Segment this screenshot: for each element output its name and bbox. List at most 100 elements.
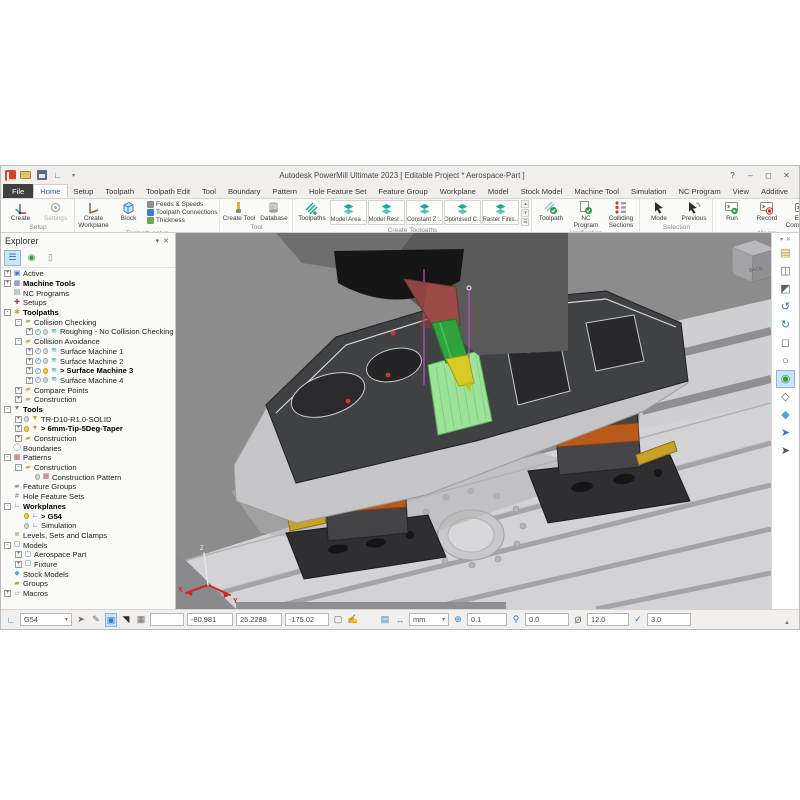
tree-expand-toggle[interactable]: - <box>4 406 11 413</box>
create-tool-button[interactable]: Create Tool <box>222 200 255 223</box>
cursor-pick-icon[interactable]: ➤ <box>75 614 87 625</box>
tab-toolpath-edit[interactable]: Toolpath Edit <box>140 184 196 198</box>
tree-expand-toggle[interactable]: + <box>15 396 22 403</box>
tree-expand-toggle[interactable]: + <box>15 387 22 394</box>
restore-button[interactable]: ◻ <box>760 169 777 182</box>
explorer-close-button[interactable]: ✕ <box>161 237 171 245</box>
tree-item-workplanes[interactable]: - Workplanes <box>1 502 175 512</box>
visibility-bulb-icon[interactable] <box>24 513 29 519</box>
viewport-3d[interactable]: BACK X Y Z <box>176 233 771 609</box>
tab-stock-model[interactable]: Stock Model <box>515 184 569 198</box>
tool-database-button[interactable]: Database <box>257 200 290 223</box>
setup-settings-button[interactable]: Settings <box>39 200 72 223</box>
visibility-bulb-icon[interactable] <box>24 523 29 529</box>
tree-expand-toggle[interactable] <box>4 493 11 500</box>
thickness-field[interactable]: 0.0 <box>525 613 569 626</box>
workplane-combo[interactable]: G54▾ <box>20 613 72 626</box>
collapse-ribbon-button[interactable]: ▲ <box>778 619 796 627</box>
tab-feature-group[interactable]: Feature Group <box>372 184 433 198</box>
tree-expand-toggle[interactable] <box>4 299 11 306</box>
tab-nc-program[interactable]: NC Program <box>672 184 726 198</box>
toolpaths-button[interactable]: Toolpaths <box>295 200 328 223</box>
selection-mode-button[interactable]: Mode <box>642 200 675 223</box>
tree-expand-toggle[interactable]: + <box>26 348 33 355</box>
strategy-gallery-item[interactable]: Model Area ... <box>330 200 367 225</box>
strategy-gallery-item[interactable]: Model Rest ... <box>368 200 405 225</box>
tree-expand-toggle[interactable]: + <box>15 416 22 423</box>
tree-item-compare-points[interactable]: + Compare Points <box>1 385 175 395</box>
tree-item-tools[interactable]: - Tools <box>1 405 175 415</box>
tree-expand-toggle[interactable]: + <box>4 280 11 287</box>
stretch-icon[interactable]: ↔ <box>394 615 406 625</box>
tree-item-roughing[interactable]: + Roughing - No Collision Checking <box>1 327 175 337</box>
tree-item-machine-tools[interactable]: + Machine Tools <box>1 279 175 289</box>
colliding-sections-button[interactable]: Colliding Sections <box>604 200 637 229</box>
tree-expand-toggle[interactable] <box>4 445 11 452</box>
edit-pencil-icon[interactable]: ✍ <box>347 614 359 625</box>
tree-expand-toggle[interactable]: + <box>15 561 22 568</box>
tree-item-g54[interactable]: > G54 <box>1 511 175 521</box>
verify-nc-program-button[interactable]: NC Program <box>569 200 602 229</box>
tree-expand-toggle[interactable]: + <box>26 358 33 365</box>
tree-item-groups[interactable]: Groups <box>1 579 175 589</box>
tree-expand-toggle[interactable]: + <box>4 590 11 597</box>
gallery-down-button[interactable]: ▾ <box>521 209 529 217</box>
tree-expand-toggle[interactable] <box>4 483 11 490</box>
visibility-bulb-icon[interactable] <box>43 377 48 383</box>
tree-item-models[interactable]: - Models <box>1 540 175 550</box>
tree-item-construction-pattern[interactable]: Construction Pattern <box>1 472 175 482</box>
block-status-icon[interactable]: ▤ <box>379 614 391 625</box>
visibility-bulb-icon[interactable] <box>43 368 48 374</box>
coordinate-z-field[interactable]: -175.02 <box>285 613 329 626</box>
visibility-bulb-icon[interactable] <box>24 426 29 432</box>
tab-tool[interactable]: Tool <box>196 184 222 198</box>
block-button[interactable]: Block <box>112 200 145 223</box>
thickness-button[interactable]: Thickness <box>147 217 217 224</box>
tree-expand-toggle[interactable]: + <box>26 328 33 335</box>
visibility-bulb-icon[interactable] <box>43 358 48 364</box>
tab-home[interactable]: Home <box>33 184 67 198</box>
tab-boundary[interactable]: Boundary <box>222 184 267 198</box>
tree-item-nc-programs[interactable]: NC Programs <box>1 288 175 298</box>
tree-expand-toggle[interactable]: + <box>15 425 22 432</box>
tab-machine-tool[interactable]: Machine Tool <box>568 184 625 198</box>
tree-expand-toggle[interactable] <box>26 474 33 481</box>
strategy-gallery-item[interactable]: Constant Z ... <box>406 200 443 225</box>
visibility-bulb-icon[interactable] <box>35 474 40 480</box>
tree-item-aerospace-part[interactable]: + Aerospace Part <box>1 550 175 560</box>
tree-item-collision-avoidance[interactable]: - Collision Avoidance <box>1 337 175 347</box>
toolpath-connections-button[interactable]: Toolpath Connections <box>147 209 217 216</box>
tree-expand-toggle[interactable]: + <box>26 377 33 384</box>
view-toolbar-close-button[interactable]: ✕ <box>786 236 791 243</box>
clamp-icon[interactable]: ◥ <box>120 614 132 625</box>
shaded-view-button[interactable]: ◆ <box>776 406 795 424</box>
help-button[interactable]: ? <box>724 169 741 182</box>
tree-expand-toggle[interactable]: - <box>15 319 22 326</box>
diameter-field[interactable]: 12.0 <box>587 613 629 626</box>
tree-item-surface-machine-1[interactable]: + Surface Machine 1 <box>1 347 175 357</box>
tree-expand-toggle[interactable] <box>15 513 22 520</box>
tree-expand-toggle[interactable]: + <box>4 270 11 277</box>
tree-item-toolpaths[interactable]: - Toolpaths <box>1 308 175 318</box>
strategy-gallery-item[interactable]: Optimised C... <box>444 200 481 225</box>
explorer-pin-button[interactable]: ▾ <box>154 237 162 245</box>
tree-item-surface-machine-4[interactable]: + Surface Machine 4 <box>1 376 175 386</box>
tree-item-macros[interactable]: + Macros <box>1 589 175 599</box>
cursor-draw-icon[interactable]: ✎ <box>90 614 102 625</box>
open-project-button[interactable] <box>19 169 32 181</box>
tab-toolpath[interactable]: Toolpath <box>99 184 140 198</box>
close-button[interactable]: ✕ <box>778 169 795 182</box>
tab-setup[interactable]: Setup <box>68 184 100 198</box>
macro-record-button[interactable]: Record <box>750 200 783 223</box>
grid-icon[interactable]: ▦ <box>135 614 147 625</box>
tree-expand-toggle[interactable]: - <box>15 464 22 471</box>
save-project-button[interactable] <box>35 169 48 181</box>
tree-expand-toggle[interactable]: - <box>15 338 22 345</box>
multicolor-shading-button[interactable]: ◉ <box>776 370 795 388</box>
tree-item-fixture[interactable]: + Fixture <box>1 560 175 570</box>
tree-item-tool-tr-d10[interactable]: + TR-D10-R1.0-SOLID <box>1 414 175 424</box>
tab-view[interactable]: View <box>727 184 755 198</box>
tree-expand-toggle[interactable]: - <box>4 503 11 510</box>
coordinate-blank-field[interactable] <box>150 613 184 626</box>
explorer-tree-view-button[interactable]: ☰ <box>4 250 21 266</box>
